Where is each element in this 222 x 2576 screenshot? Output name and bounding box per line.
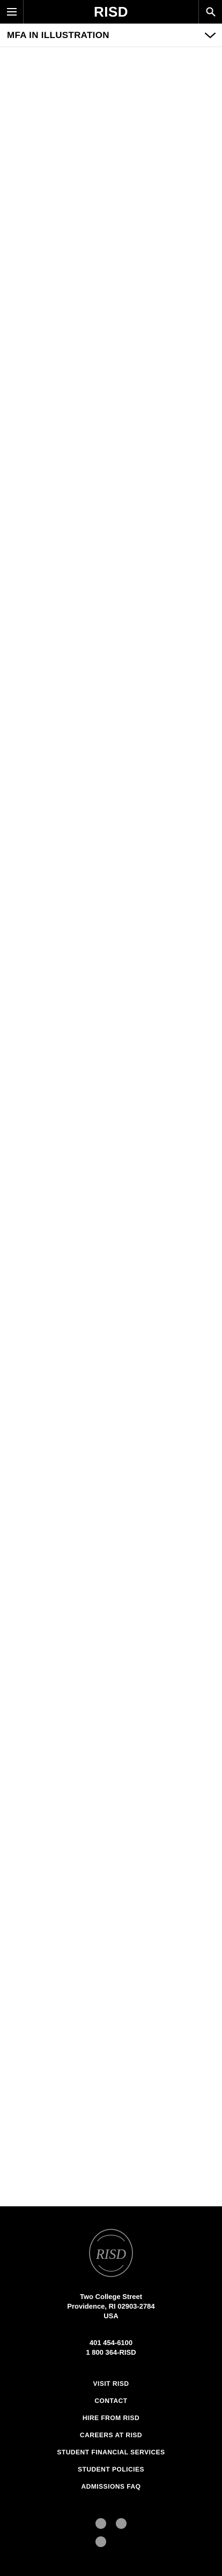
menu-button[interactable] — [0, 0, 24, 24]
hamburger-menu-icon — [6, 8, 17, 16]
footer-link-item: CAREERS AT RISD — [0, 2427, 222, 2444]
student-financial-services-link[interactable]: STUDENT FINANCIAL SERVICES — [57, 2448, 165, 2456]
site-header: RISD — [0, 0, 222, 24]
footer-link-item: STUDENT POLICIES — [0, 2461, 222, 2478]
seal-lettering: RISD — [95, 2246, 127, 2262]
risd-logo[interactable]: RISD — [0, 0, 222, 24]
site-footer: RISD Two College Street Providence, RI 0… — [0, 2206, 222, 2576]
footer-link-item: ADMISSIONS FAQ — [0, 2478, 222, 2495]
section-title: MFA IN ILLUSTRATION — [7, 30, 109, 40]
hire-from-risd-link[interactable]: HIRE FROM RISD — [83, 2414, 139, 2422]
footer-address: Two College Street Providence, RI 02903-… — [0, 2292, 222, 2321]
phone-number-main[interactable]: 401 454-6100 — [0, 2338, 222, 2348]
social-icon-1[interactable] — [95, 2518, 106, 2529]
phone-number-tollfree[interactable]: 1 800 364-RISD — [0, 2348, 222, 2357]
address-line-1: Two College Street — [79, 2293, 143, 2301]
footer-link-item: STUDENT FINANCIAL SERVICES — [0, 2444, 222, 2461]
social-links — [91, 2518, 131, 2550]
contact-link[interactable]: CONTACT — [94, 2397, 127, 2405]
footer-phones: 401 454-6100 1 800 364-RISD — [0, 2338, 222, 2357]
subnav-toggle-button[interactable] — [203, 29, 218, 42]
student-policies-link[interactable]: STUDENT POLICIES — [78, 2466, 144, 2473]
address-line-2: Providence, RI 02903-2784 — [67, 2302, 155, 2310]
admissions-faq-link[interactable]: ADMISSIONS FAQ — [81, 2483, 140, 2490]
visit-risd-link[interactable]: VISIT RISD — [93, 2380, 129, 2387]
footer-link-item: VISIT RISD — [0, 2375, 222, 2392]
search-icon — [206, 7, 216, 17]
main-content — [0, 47, 222, 2206]
social-icon-3[interactable] — [95, 2536, 106, 2547]
careers-at-risd-link[interactable]: CAREERS AT RISD — [80, 2431, 142, 2439]
risd-seal-logo[interactable]: RISD — [87, 2228, 135, 2279]
footer-link-item: CONTACT — [0, 2392, 222, 2409]
footer-links: VISIT RISD CONTACT HIRE FROM RISD CAREER… — [0, 2375, 222, 2495]
social-icon-2[interactable] — [116, 2518, 127, 2529]
chevron-down-icon — [204, 32, 216, 39]
footer-link-item: HIRE FROM RISD — [0, 2409, 222, 2427]
search-button[interactable] — [198, 0, 222, 24]
address-line-3: USA — [103, 2312, 119, 2320]
section-subnav: MFA IN ILLUSTRATION — [0, 24, 222, 47]
